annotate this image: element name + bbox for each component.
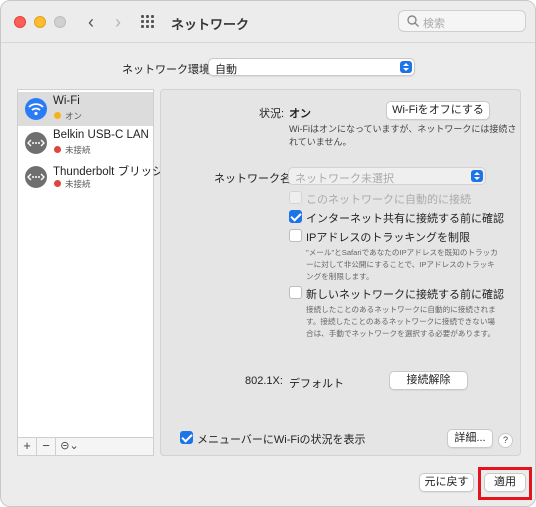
service-status: 未接続: [65, 179, 91, 189]
window-title: ネットワーク: [171, 17, 250, 32]
status-dot-icon: [54, 112, 61, 119]
show-in-menubar-checkbox[interactable]: [180, 431, 193, 444]
status-dot-icon: [54, 146, 61, 153]
service-status: 未接続: [65, 145, 91, 155]
minimize-window-button[interactable]: [34, 16, 46, 28]
ask-new-network-label: 新しいネットワークに接続する前に確認: [306, 289, 504, 301]
service-name: Belkin USB-C LAN: [53, 129, 149, 141]
service-item-wifi[interactable]: Wi-Fi オン: [18, 92, 153, 126]
action-menu-button[interactable]: ⊝⌄: [56, 438, 83, 455]
ask-hotspot-label: インターネット共有に接続する前に確認: [306, 213, 504, 225]
chevron-updown-icon: [400, 61, 412, 73]
wifi-icon: [25, 98, 47, 120]
service-status: オン: [65, 111, 83, 121]
service-list: Wi-Fi オン Belkin USB-C LAN 未接続 Thunderbol…: [17, 89, 164, 456]
service-item-belkin-lan[interactable]: Belkin USB-C LAN 未接続: [18, 126, 153, 160]
service-item-thunderbolt-bridge[interactable]: Thunderbolt ブリッジ 未接続: [18, 160, 164, 194]
disconnect-button[interactable]: 接続解除: [389, 371, 468, 390]
service-name: Wi-Fi: [53, 95, 80, 107]
limit-tracking-label: IPアドレスのトラッキングを制限: [306, 232, 471, 244]
wifi-off-button[interactable]: Wi-Fiをオフにする: [386, 101, 490, 120]
add-service-button[interactable]: +: [18, 438, 37, 455]
zoom-window-button[interactable]: [54, 16, 66, 28]
service-list-toolbar: + − ⊝⌄: [17, 437, 154, 456]
revert-button[interactable]: 元に戻す: [419, 473, 474, 492]
show-all-grid-icon[interactable]: [141, 15, 157, 29]
location-popup[interactable]: 自動: [208, 58, 415, 76]
back-arrow-icon[interactable]: ‹: [81, 12, 101, 32]
apply-button[interactable]: 適用: [484, 473, 526, 492]
network-preferences-window: ‹ › ネットワーク 検索 ネットワーク環境: 自動 Wi-Fi オン Belk…: [0, 0, 536, 507]
search-input[interactable]: 検索: [398, 10, 526, 32]
chevron-updown-icon: [471, 170, 483, 182]
limit-tracking-description: "メール"とSafariであなたのIPアドレスを既知のトラッカーに対して非公開に…: [306, 248, 498, 281]
status-label: 状況:: [259, 108, 285, 120]
ask-new-network-description: 接続したことのあるネットワークに自動的に接続されます。接続したことのあるネットワ…: [306, 305, 496, 338]
advanced-button[interactable]: 詳細...: [447, 429, 493, 448]
network-name-label: ネットワーク名:: [214, 173, 295, 185]
network-name-popup[interactable]: ネットワーク未選択: [288, 167, 486, 185]
auto-join-checkbox[interactable]: [289, 191, 302, 204]
close-window-button[interactable]: [14, 16, 26, 28]
status-dot-icon: [54, 180, 61, 187]
dot1x-label: 802.1X:: [245, 375, 283, 387]
location-label: ネットワーク環境:: [122, 64, 214, 76]
ask-hotspot-checkbox[interactable]: [289, 210, 302, 223]
network-name-placeholder: ネットワーク未選択: [295, 173, 394, 185]
auto-join-label: このネットワークに自動的に接続: [306, 194, 471, 206]
status-value: オン: [289, 108, 311, 120]
service-name: Thunderbolt ブリッジ: [53, 166, 164, 178]
search-placeholder: 検索: [423, 18, 445, 30]
show-in-menubar-label: メニューバーにWi-Fiの状況を表示: [197, 434, 366, 446]
dot1x-value: デフォルト: [289, 378, 344, 390]
title-bar: ‹ › ネットワーク 検索: [1, 1, 535, 43]
location-value: 自動: [215, 64, 237, 76]
ask-new-network-checkbox[interactable]: [289, 286, 302, 299]
forward-arrow-icon[interactable]: ›: [108, 12, 128, 32]
help-button[interactable]: ?: [498, 433, 513, 448]
limit-tracking-checkbox[interactable]: [289, 229, 302, 242]
ethernet-icon: [25, 132, 47, 154]
thunderbolt-bridge-icon: [25, 166, 47, 188]
status-description: Wi-Fiはオンになっていますが、ネットワークには接続されていません。: [289, 124, 517, 147]
search-icon: [407, 15, 419, 27]
remove-service-button[interactable]: −: [37, 438, 56, 455]
